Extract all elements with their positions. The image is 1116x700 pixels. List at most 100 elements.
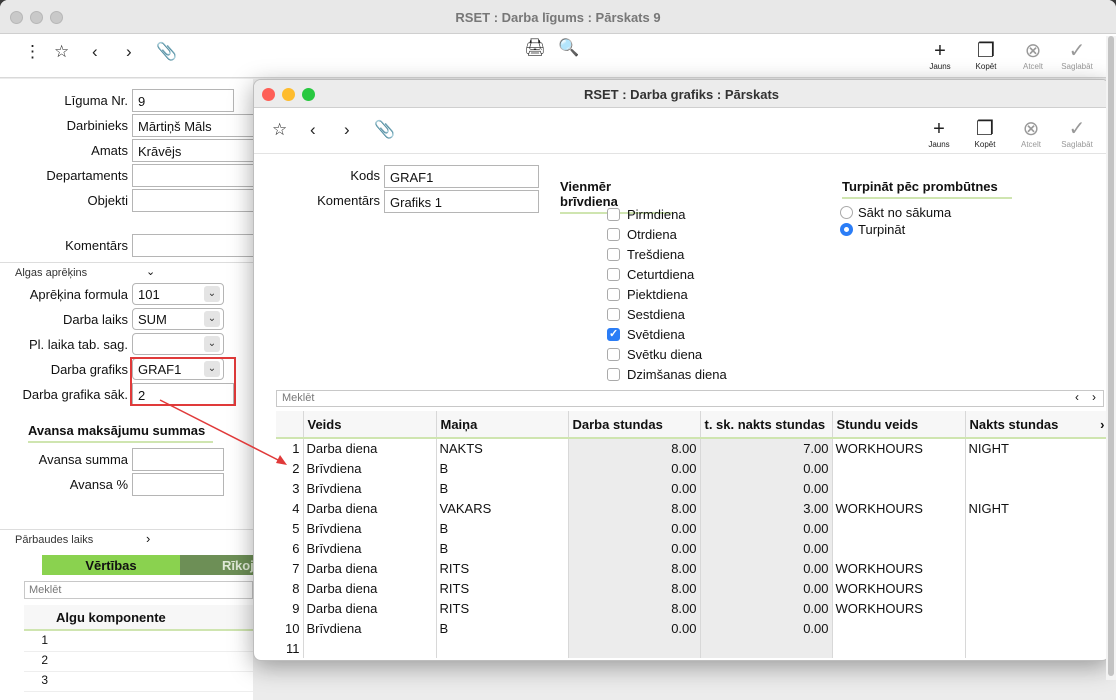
type-cell[interactable]: Darba diena [303, 438, 437, 458]
department-input[interactable] [132, 164, 262, 187]
day-checkbox[interactable] [607, 208, 620, 221]
code-input[interactable]: GRAF1 [384, 165, 539, 188]
cancel-button[interactable]: ⊗ Atcelt [1012, 40, 1054, 71]
night-hours-cell[interactable] [700, 638, 833, 658]
shift-cell[interactable]: NAKTS [436, 438, 569, 458]
night-type-cell[interactable]: NIGHT [965, 498, 1109, 518]
hours-cell[interactable]: 8.00 [568, 598, 701, 618]
contract-no-input[interactable]: 9 [132, 89, 234, 112]
shift-cell[interactable] [436, 638, 569, 658]
shift-cell[interactable]: RITS [436, 598, 569, 618]
day-checkbox-row[interactable]: Pirmdiena [607, 206, 767, 224]
hours-cell[interactable]: 8.00 [568, 578, 701, 598]
object-input[interactable] [132, 189, 262, 212]
shift-cell[interactable]: RITS [436, 578, 569, 598]
table-row[interactable]: 8 Darba diena RITS 8.00 0.00 WORKHOURS [276, 578, 1109, 598]
table-row[interactable]: 3 [24, 672, 253, 692]
employee-input[interactable]: Mārtiņš Māls [132, 114, 262, 137]
col-type-header[interactable]: Veids [303, 411, 437, 439]
day-checkbox-row[interactable]: Ceturtdiena [607, 266, 767, 284]
tab-values[interactable]: Vērtības [42, 555, 180, 575]
hour-type-cell[interactable]: WORKHOURS [832, 598, 966, 618]
night-type-cell[interactable] [965, 578, 1109, 598]
day-checkbox[interactable] [607, 268, 620, 281]
radio-restart[interactable]: Sākt no sākuma [840, 205, 1010, 223]
night-hours-cell[interactable]: 0.00 [700, 478, 833, 498]
hour-type-cell[interactable]: WORKHOURS [832, 578, 966, 598]
day-checkbox-row[interactable]: Svētku diena [607, 346, 767, 364]
col-night-type-header[interactable]: Nakts stundas › [965, 411, 1109, 439]
day-checkbox[interactable] [607, 327, 620, 341]
comment-input[interactable] [132, 234, 262, 257]
shift-cell[interactable]: B [436, 478, 569, 498]
type-cell[interactable]: Brīvdiena [303, 518, 437, 538]
hour-type-cell[interactable] [832, 538, 966, 558]
hour-type-cell[interactable]: WORKHOURS [832, 498, 966, 518]
copy-button[interactable]: ❐ Kopēt [965, 40, 1007, 71]
type-cell[interactable]: Brīvdiena [303, 618, 437, 638]
hour-type-cell[interactable]: WORKHOURS [832, 438, 966, 458]
day-checkbox-row[interactable]: Trešdiena [607, 246, 767, 264]
radio-continue[interactable]: Turpināt [840, 222, 1010, 240]
position-input[interactable]: Krāvējs [132, 139, 262, 162]
search-doc-icon[interactable]: 🔍 [558, 38, 579, 58]
col-hour-type-header[interactable]: Stundu veids [832, 411, 966, 439]
shift-cell[interactable]: B [436, 458, 569, 478]
type-cell[interactable]: Brīvdiena [303, 478, 437, 498]
day-checkbox-row[interactable]: Sestdiena [607, 306, 767, 324]
table-row[interactable]: 3 Brīvdiena B 0.00 0.00 [276, 478, 1109, 498]
new-button[interactable]: + Jauns [919, 40, 961, 71]
night-hours-cell[interactable]: 0.00 [700, 578, 833, 598]
day-checkbox[interactable] [607, 368, 620, 381]
attachment-icon[interactable]: 📎 [156, 42, 177, 62]
day-checkbox[interactable] [607, 248, 620, 261]
night-hours-cell[interactable]: 0.00 [700, 558, 833, 578]
shift-cell[interactable]: RITS [436, 558, 569, 578]
tab-orders[interactable]: Rīkoj [180, 555, 253, 575]
day-checkbox-row[interactable]: Otrdiena [607, 226, 767, 244]
advance-pct-input[interactable] [132, 473, 224, 496]
schedule-comment-input[interactable]: Grafiks 1 [384, 190, 539, 213]
col-night-hours-header[interactable]: t. sk. nakts stundas [700, 411, 833, 439]
table-row[interactable]: 10 Brīvdiena B 0.00 0.00 [276, 618, 1109, 638]
night-type-cell[interactable] [965, 518, 1109, 538]
hours-cell[interactable]: 0.00 [568, 478, 701, 498]
pl-select[interactable]: ⌄ [132, 333, 224, 355]
hour-type-cell[interactable]: WORKHOURS [832, 558, 966, 578]
hours-cell[interactable]: 0.00 [568, 618, 701, 638]
night-type-cell[interactable] [965, 458, 1109, 478]
cancel-button[interactable]: ⊗ Atcelt [1010, 118, 1052, 149]
night-type-cell[interactable] [965, 538, 1109, 558]
day-checkbox-row[interactable]: Piektdiena [607, 286, 767, 304]
star-icon[interactable]: ☆ [272, 120, 287, 140]
type-cell[interactable]: Darba diena [303, 558, 437, 578]
night-type-cell[interactable] [965, 478, 1109, 498]
night-hours-cell[interactable]: 0.00 [700, 518, 833, 538]
table-row[interactable]: 5 Brīvdiena B 0.00 0.00 [276, 518, 1109, 538]
col-shift-header[interactable]: Maiņa [436, 411, 569, 439]
hour-type-cell[interactable] [832, 638, 966, 658]
shift-cell[interactable]: VAKARS [436, 498, 569, 518]
scrollbar[interactable] [1106, 36, 1116, 680]
night-type-cell[interactable] [965, 618, 1109, 638]
hours-cell[interactable]: 0.00 [568, 518, 701, 538]
shift-cell[interactable]: B [436, 518, 569, 538]
day-checkbox[interactable] [607, 228, 620, 241]
copy-button[interactable]: ❐ Kopēt [964, 118, 1006, 149]
save-button[interactable]: ✓ Saglabāt [1056, 40, 1098, 71]
new-button[interactable]: + Jauns [918, 118, 960, 149]
hours-cell[interactable]: 0.00 [568, 538, 701, 558]
night-type-cell[interactable] [965, 638, 1109, 658]
hours-cell[interactable]: 8.00 [568, 438, 701, 458]
scrollbar-thumb[interactable] [1108, 36, 1114, 676]
day-checkbox[interactable] [607, 288, 620, 301]
night-hours-cell[interactable]: 7.00 [700, 438, 833, 458]
hours-cell[interactable]: 8.00 [568, 498, 701, 518]
star-icon[interactable]: ☆ [54, 42, 69, 62]
chevron-right-icon[interactable]: › [1092, 390, 1096, 404]
table-row[interactable]: 7 Darba diena RITS 8.00 0.00 WORKHOURS [276, 558, 1109, 578]
day-checkbox-row[interactable]: Svētdiena [607, 326, 767, 344]
type-cell[interactable]: Brīvdiena [303, 538, 437, 558]
night-type-cell[interactable] [965, 558, 1109, 578]
table-row[interactable]: 1 Darba diena NAKTS 8.00 7.00 WORKHOURS NIGHT [276, 438, 1109, 458]
